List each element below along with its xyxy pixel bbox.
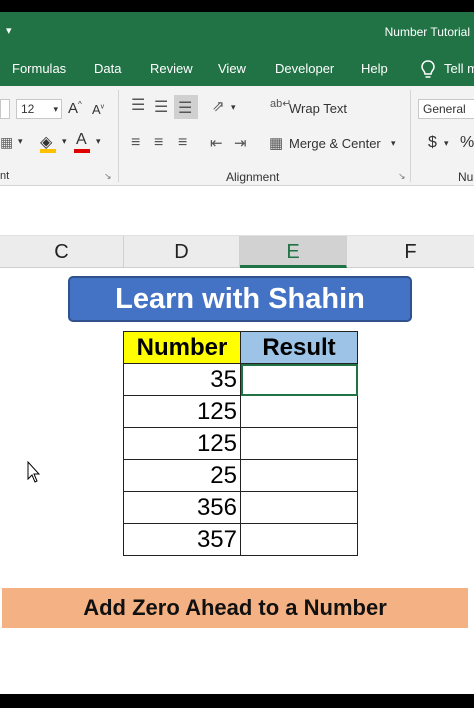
increase-indent-icon[interactable]: ⇥ <box>234 134 247 152</box>
group-separator <box>410 90 411 182</box>
table-row: 357 <box>123 523 358 556</box>
number-format-box[interactable]: General <box>418 99 474 119</box>
data-table: Number Result 35 125 125 25 356 357 <box>123 331 358 556</box>
quick-access-dropdown-icon[interactable]: ▾ <box>6 24 12 37</box>
tab-help[interactable]: Help <box>361 61 388 76</box>
document-title: Number Tutorial <box>384 25 470 39</box>
font-color-icon[interactable]: A <box>76 131 87 149</box>
decrease-indent-icon[interactable]: ⇤ <box>210 134 223 152</box>
ribbon-home: 12 ▾ A^ Av ▦ ▾ ◈ ▾ A ▾ nt ↘ ☰ ☰ ☰ ⇗ ▾ ab… <box>0 86 474 186</box>
fill-color-bar <box>40 149 56 153</box>
fill-color-dropdown-icon[interactable]: ▾ <box>62 136 67 147</box>
column-header-c[interactable]: C <box>0 236 124 268</box>
mouse-cursor-icon <box>27 461 41 483</box>
ribbon-tabs: Formulas Data Review View Developer Help… <box>0 52 474 86</box>
font-color-bar <box>74 149 90 153</box>
number-cell[interactable]: 25 <box>123 459 241 492</box>
orientation-dropdown-icon[interactable]: ▾ <box>231 102 236 113</box>
table-row: 356 <box>123 491 358 524</box>
result-cell[interactable] <box>240 427 358 460</box>
title-banner: Learn with Shahin <box>68 276 412 322</box>
lightbulb-icon[interactable] <box>418 58 438 80</box>
title-bar: ▾ Number Tutorial <box>0 12 474 52</box>
top-letterbox <box>0 0 474 12</box>
tab-developer[interactable]: Developer <box>275 61 334 76</box>
merge-center-icon: ▦ <box>269 135 284 152</box>
align-center-icon[interactable]: ≡ <box>154 134 163 152</box>
column-headers: C D E F <box>0 236 474 268</box>
screenshot-frame: ▾ Number Tutorial Formulas Data Review V… <box>0 0 474 708</box>
result-cell-active[interactable] <box>240 363 358 396</box>
footer-banner: Add Zero Ahead to a Number <box>2 588 468 628</box>
font-color-dropdown-icon[interactable]: ▾ <box>96 136 101 147</box>
header-result-cell[interactable]: Result <box>240 331 358 364</box>
number-group-label: Nu <box>458 170 474 184</box>
font-dialog-launcher-icon[interactable]: ↘ <box>104 171 112 182</box>
font-size-box[interactable]: 12 ▾ <box>16 99 62 119</box>
tab-tell-me[interactable]: Tell m <box>444 61 474 76</box>
top-align-icon[interactable]: ☰ <box>131 95 145 115</box>
merge-center-button[interactable]: Merge & Center <box>289 136 381 151</box>
table-header-row: Number Result <box>123 331 358 364</box>
tab-data[interactable]: Data <box>94 61 121 76</box>
tab-view[interactable]: View <box>218 61 246 76</box>
font-name-box[interactable] <box>0 99 10 119</box>
wrap-text-button[interactable]: Wrap Text <box>289 101 347 116</box>
percent-icon[interactable]: % <box>460 134 474 152</box>
result-cell[interactable] <box>240 523 358 556</box>
table-row: 125 <box>123 427 358 460</box>
middle-align-icon[interactable]: ☰ <box>154 97 168 117</box>
result-cell[interactable] <box>240 395 358 428</box>
alignment-group-label: Alignment <box>226 170 280 184</box>
merge-dropdown-icon[interactable]: ▾ <box>391 138 396 149</box>
borders-icon[interactable]: ▦ <box>0 134 13 151</box>
result-cell[interactable] <box>240 491 358 524</box>
formula-bar-area <box>0 186 474 236</box>
result-cell[interactable] <box>240 459 358 492</box>
align-left-icon[interactable]: ≡ <box>131 134 140 152</box>
bottom-align-icon: ☰ <box>178 100 193 117</box>
number-format-value: General <box>423 102 466 116</box>
table-row: 25 <box>123 459 358 492</box>
alignment-dialog-launcher-icon[interactable]: ↘ <box>398 171 406 182</box>
font-size-dropdown-icon: ▾ <box>53 104 58 114</box>
font-size-value: 12 <box>21 102 35 116</box>
orientation-icon[interactable]: ⇗ <box>212 97 225 115</box>
tab-review[interactable]: Review <box>150 61 193 76</box>
number-cell[interactable]: 35 <box>123 363 241 396</box>
group-separator <box>118 90 119 182</box>
currency-icon[interactable]: $ <box>428 134 437 152</box>
column-header-d[interactable]: D <box>124 236 240 268</box>
bottom-letterbox <box>0 694 474 708</box>
number-cell[interactable]: 125 <box>123 427 241 460</box>
decrease-font-icon[interactable]: Av <box>92 102 104 117</box>
header-number-cell[interactable]: Number <box>123 331 241 364</box>
column-header-f[interactable]: F <box>347 236 474 268</box>
number-cell[interactable]: 125 <box>123 395 241 428</box>
number-cell[interactable]: 356 <box>123 491 241 524</box>
font-group-label: nt <box>0 170 10 182</box>
table-row: 35 <box>123 363 358 396</box>
increase-font-icon[interactable]: A^ <box>68 100 82 117</box>
tab-formulas[interactable]: Formulas <box>12 61 66 76</box>
column-header-e[interactable]: E <box>240 236 347 268</box>
number-cell[interactable]: 357 <box>123 523 241 556</box>
borders-dropdown-icon[interactable]: ▾ <box>18 136 23 147</box>
currency-dropdown-icon[interactable]: ▾ <box>444 138 449 149</box>
align-right-icon[interactable]: ≡ <box>178 134 187 152</box>
table-row: 125 <box>123 395 358 428</box>
